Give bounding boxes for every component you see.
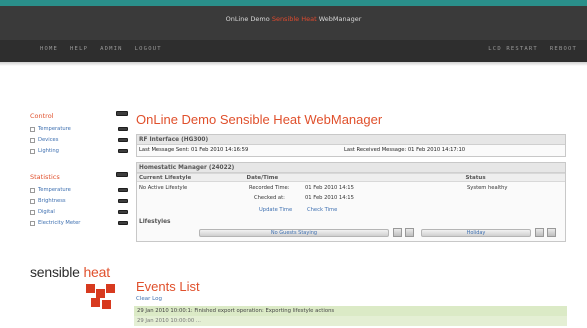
sidebar-item-stat-temperature[interactable]: Temperature [30,185,130,196]
sidebar-item-label: Temperature [38,126,71,132]
recorded-label: Recorded Time: [249,185,290,191]
title-accent: Sensible Heat [271,15,317,23]
logo-mark-icon [86,284,116,312]
sidebar-item-label: Brightness [38,198,66,204]
sidebar-item-label: Lighting [38,148,59,154]
toggle-icon[interactable] [118,127,128,131]
col-datetime: Date/Time [246,175,279,181]
sidebar-item-digital[interactable]: Digital [30,207,130,218]
event-row: 29 Jan 2010 10:00:00 ... [134,316,567,326]
col-status: Status [465,175,486,181]
toggle-icon[interactable] [118,188,128,192]
sidebar-item-devices[interactable]: Devices [30,135,130,146]
sidebar: Control Temperature Devices Lighting Sta… [30,108,130,229]
checkbox-icon[interactable] [30,138,35,143]
sidebar-item-label: Devices [38,137,59,143]
nav-shadow [0,62,587,66]
checkbox-icon[interactable] [30,127,35,132]
toggle-icon[interactable] [116,111,128,116]
sidebar-statistics-header: Statistics [30,169,130,185]
sidebar-control-header: Control [30,108,130,124]
nav-admin[interactable]: ADMIN [100,46,123,52]
rf-interface-panel: RF Interface (HG300) Last Message Sent: … [136,134,566,157]
update-time-link[interactable]: Update Time [259,207,292,213]
checkbox-icon[interactable] [30,188,35,193]
rf-status-row: Last Message Sent: 01 Feb 2010 14:16:59 … [137,145,565,156]
nav-help[interactable]: HELP [70,46,88,52]
app-title-bar: OnLine Demo Sensible Heat WebManager [0,6,587,40]
last-received: Last Received Message: 01 Feb 2010 14:17… [344,147,466,153]
last-sent: Last Message Sent: 01 Feb 2010 14:16:59 [139,147,249,153]
lifestyles-bar: No Guests Staying Holiday [137,227,565,241]
system-status: System healthy [467,185,508,191]
events-title: Events List [136,279,200,294]
toggle-icon[interactable] [116,172,128,177]
homestatic-panel: Homestatic Manager (24022) Current Lifes… [136,162,566,242]
lifestyle-option-icon[interactable] [393,228,402,237]
nav-logout[interactable]: LOGOUT [135,46,162,52]
nav-lcd-restart[interactable]: LCD RESTART [488,46,538,52]
sidebar-item-label: Electricity Meter [38,220,81,226]
checked-label: Checked at: [254,195,285,201]
nav-home[interactable]: HOME [40,46,58,52]
toggle-icon[interactable] [118,199,128,203]
checkbox-icon[interactable] [30,210,35,215]
event-row: 29 Jan 2010 10:00:1: Finished export ope… [134,306,567,316]
title-suffix: WebManager [316,15,362,23]
sidebar-statistics-title: Statistics [30,173,60,181]
checkbox-icon[interactable] [30,221,35,226]
recorded-value: 01 Feb 2010 14:15 [305,185,354,191]
homestatic-columns: Current Lifestyle Date/Time Status [137,173,565,182]
sidebar-control-title: Control [30,112,54,120]
no-guests-button[interactable]: No Guests Staying [199,229,389,237]
sidebar-item-lighting[interactable]: Lighting [30,146,130,157]
toggle-icon[interactable] [118,221,128,225]
logo-text: sensible heat [30,264,110,280]
sidebar-item-brightness[interactable]: Brightness [30,196,130,207]
homestatic-header: Homestatic Manager (24022) [137,163,565,173]
page-title: OnLine Demo Sensible Heat WebManager [136,112,383,127]
sensible-heat-logo: sensible heat [30,264,140,314]
col-lifestyle: Current Lifestyle [139,175,192,181]
checkbox-icon[interactable] [30,149,35,154]
toggle-icon[interactable] [118,210,128,214]
current-lifestyle: No Active Lifestyle [139,185,188,191]
main-content: OnLine Demo Sensible Heat WebManager RF … [136,112,566,242]
holiday-button[interactable]: Holiday [421,229,531,237]
clear-log-link[interactable]: Clear Log [136,296,162,302]
homestatic-body: No Active Lifestyle Recorded Time: 01 Fe… [137,182,565,218]
sidebar-item-electricity-meter[interactable]: Electricity Meter [30,218,130,229]
sidebar-item-temperature[interactable]: Temperature [30,124,130,135]
checked-value: 01 Feb 2010 14:15 [305,195,354,201]
toggle-icon[interactable] [118,149,128,153]
sidebar-item-label: Digital [38,209,55,215]
lifestyle-option-icon[interactable] [405,228,414,237]
lifestyle-option-icon[interactable] [535,228,544,237]
main-nav: HOME HELP ADMIN LOGOUT LCD RESTART REBOO… [0,40,587,62]
lifestyle-option-icon[interactable] [547,228,556,237]
check-time-link[interactable]: Check Time [307,207,337,213]
sidebar-item-label: Temperature [38,187,71,193]
title-prefix: OnLine Demo [225,15,272,23]
nav-reboot[interactable]: REBOOT [550,46,577,52]
checkbox-icon[interactable] [30,199,35,204]
lifestyles-header: Lifestyles [139,219,171,225]
rf-interface-header: RF Interface (HG300) [137,135,565,145]
toggle-icon[interactable] [118,138,128,142]
